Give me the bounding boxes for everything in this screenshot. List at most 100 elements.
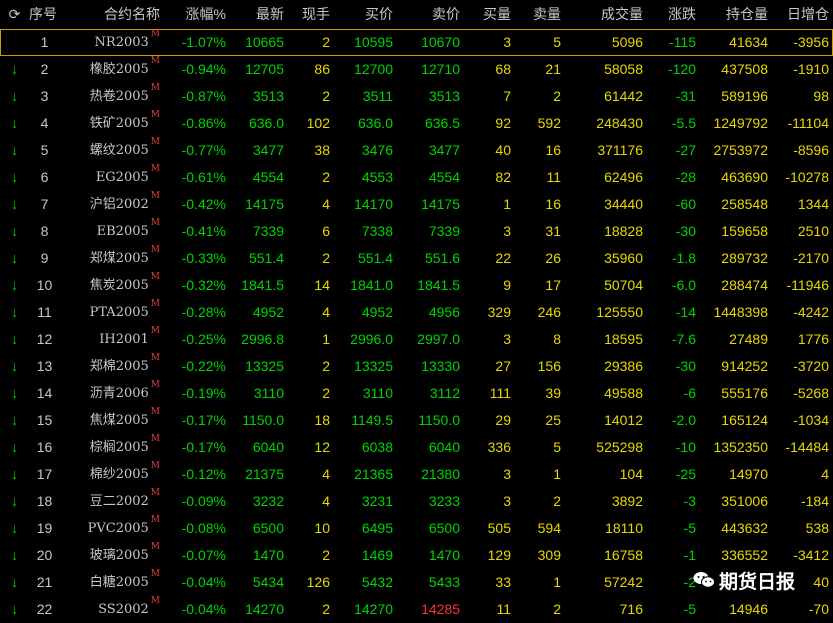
row-volume: 5096 <box>611 34 643 50</box>
row-ask-price: 3513 <box>428 88 460 104</box>
table-row[interactable]: ↓ 9 郑煤2005M -0.33% 551.4 2 551.4 551.6 22 26 35960… <box>0 245 833 272</box>
row-open-interest: 1448398 <box>713 304 768 320</box>
quote-table-header: ⟳ 序号 合约名称 涨幅% 最新 现手 买价 卖价 买量 卖量 成交量 涨跌 持… <box>0 0 833 29</box>
col-header-askv[interactable]: 卖量 <box>515 0 565 29</box>
table-row[interactable]: ↓ 8 EB2005M -0.41% 7339 6 7338 7339 3 31 18828 -30 1… <box>0 218 833 245</box>
table-row[interactable]: ↓ 12 IH2001M -0.25% 2996.8 1 2996.0 2997.0 3 8 185… <box>0 326 833 353</box>
row-pct-change: -0.17% <box>181 439 226 455</box>
row-ask-volume: 5 <box>553 439 561 455</box>
col-header-bidv[interactable]: 买量 <box>464 0 515 29</box>
contract-name-text: EG2005 <box>95 170 149 185</box>
row-current-hand: 86 <box>314 61 330 77</box>
row-ask-price: 1150.0 <box>418 412 460 428</box>
table-row[interactable]: ↓ 5 螺纹2005M -0.77% 3477 38 3476 3477 40 16 371176 -… <box>0 137 833 164</box>
row-contract-name: 豆二2002M <box>60 488 164 515</box>
row-last-price: 2996.8 <box>241 331 284 347</box>
row-change: -3 <box>683 493 696 509</box>
row-current-hand: 2 <box>322 601 330 617</box>
row-seq: 10 <box>36 277 53 293</box>
row-contract-name: 郑煤2005M <box>60 245 164 272</box>
table-row[interactable]: ↓ 4 铁矿2005M -0.86% 636.0 102 636.0 636.5 92 592 24… <box>0 110 833 137</box>
table-row[interactable]: ↓ 2 橡胶2005M -0.94% 12705 86 12700 12710 68 21 5805… <box>0 56 833 83</box>
down-arrow-icon: ↓ <box>10 277 19 294</box>
col-header-change[interactable]: 涨跌 <box>647 0 700 29</box>
row-last-price: 13325 <box>245 358 284 374</box>
row-pct-change: -0.08% <box>181 520 226 536</box>
row-open-interest: 159658 <box>721 223 768 239</box>
table-row[interactable]: ↓ 14 沥青2006M -0.19% 3110 2 3110 3112 111 39 49588 -… <box>0 380 833 407</box>
col-header-bid[interactable]: 买价 <box>334 0 397 29</box>
row-ask-volume: 16 <box>545 196 561 212</box>
row-open-interest: 336552 <box>721 547 768 563</box>
table-row[interactable]: 1 NR2003M -1.07% 10665 2 10595 10670 3 5 5096 -115… <box>0 29 833 56</box>
row-last-price: 551.4 <box>248 250 284 266</box>
main-contract-flag: M <box>150 137 160 147</box>
row-volume: 50704 <box>604 277 643 293</box>
row-daily-oi-change: -3412 <box>793 547 829 563</box>
row-bid-price: 4553 <box>361 169 393 185</box>
row-pct-change: -0.41% <box>181 223 226 239</box>
col-header-seq[interactable]: 序号 <box>29 0 60 29</box>
row-ask-volume: 8 <box>553 331 561 347</box>
col-header-hand[interactable]: 现手 <box>288 0 334 29</box>
row-current-hand: 126 <box>306 574 330 590</box>
table-row[interactable]: ↓ 15 焦煤2005M -0.17% 1150.0 18 1149.5 1150.0 29 25… <box>0 407 833 434</box>
row-contract-name: 螺纹2005M <box>60 137 164 164</box>
down-arrow-icon: ↓ <box>10 493 19 510</box>
row-change: -31 <box>675 88 696 104</box>
refresh-icon[interactable]: ⟳ <box>0 0 29 29</box>
row-open-interest: 351006 <box>721 493 768 509</box>
table-row[interactable]: ↓ 18 豆二2002M -0.09% 3232 4 3231 3233 3 2 3892 -3 351… <box>0 488 833 515</box>
row-contract-name: SS2002M <box>60 596 164 623</box>
row-bid-price: 636.0 <box>357 115 393 131</box>
row-volume: 57242 <box>604 574 643 590</box>
down-arrow-icon: ↓ <box>10 412 19 429</box>
row-daily-oi-change: -5268 <box>793 385 829 401</box>
row-current-hand: 4 <box>322 493 330 509</box>
table-row[interactable]: ↓ 20 玻璃2005M -0.07% 1470 2 1469 1470 129 309 16758… <box>0 542 833 569</box>
row-seq: 14 <box>36 385 53 401</box>
col-header-daily-oi-change[interactable]: 日增仓 <box>772 0 833 29</box>
table-row[interactable]: ↓ 22 SS2002M -0.04% 14270 2 14270 14285 11 2 716 -5… <box>0 596 833 623</box>
table-row[interactable]: ↓ 7 沪铝2002M -0.42% 14175 4 14170 14175 1 16 34440 -… <box>0 191 833 218</box>
table-row[interactable]: ↓ 19 PVC2005M -0.08% 6500 10 6495 6500 505 594 181… <box>0 515 833 542</box>
contract-name-text: 焦炭2005 <box>89 278 149 293</box>
row-seq: 4 <box>40 115 49 131</box>
table-row[interactable]: ↓ 11 PTA2005M -0.28% 4952 4 4952 4956 329 246 1255… <box>0 299 833 326</box>
row-seq: 8 <box>40 223 49 239</box>
table-row[interactable]: ↓ 17 棉纱2005M -0.12% 21375 4 21365 21380 3 1 104 -25… <box>0 461 833 488</box>
row-open-interest: 589196 <box>721 88 768 104</box>
row-open-interest: 165124 <box>721 412 768 428</box>
col-header-ask[interactable]: 卖价 <box>397 0 464 29</box>
col-header-last[interactable]: 最新 <box>230 0 288 29</box>
row-volume: 61442 <box>604 88 643 104</box>
main-contract-flag: M <box>150 596 160 606</box>
contract-name-text: 铁矿2005 <box>89 116 149 131</box>
col-header-contract[interactable]: 合约名称 <box>60 0 164 29</box>
row-daily-oi-change: 2510 <box>797 223 829 239</box>
row-bid-volume: 82 <box>495 169 511 185</box>
table-row[interactable]: ↓ 13 郑棉2005M -0.22% 13325 2 13325 13330 27 156 293… <box>0 353 833 380</box>
row-open-interest: 443632 <box>721 520 768 536</box>
table-row[interactable]: ↓ 16 棕榈2005M -0.17% 6040 12 6038 6040 336 5 525298… <box>0 434 833 461</box>
row-seq: 21 <box>36 574 53 590</box>
col-header-volume[interactable]: 成交量 <box>565 0 647 29</box>
row-daily-oi-change: -14484 <box>785 439 829 455</box>
row-bid-price: 13325 <box>354 358 393 374</box>
col-header-open-interest[interactable]: 持仓量 <box>700 0 772 29</box>
row-last-price: 10665 <box>245 34 284 50</box>
row-daily-oi-change: 98 <box>813 88 829 104</box>
table-row[interactable]: ↓ 6 EG2005M -0.61% 4554 2 4553 4554 82 11 62496 -28… <box>0 164 833 191</box>
row-volume: 29386 <box>604 358 643 374</box>
table-row[interactable]: ↓ 10 焦炭2005M -0.32% 1841.5 14 1841.0 1841.5 9 17 5… <box>0 272 833 299</box>
main-contract-flag: M <box>150 218 160 228</box>
row-seq: 1 <box>40 34 49 50</box>
table-row[interactable]: ↓ 3 热卷2005M -0.87% 3513 2 3511 3513 7 2 61442 -31 58… <box>0 83 833 110</box>
row-volume: 18595 <box>604 331 643 347</box>
watermark-text: 期货日报 <box>719 571 796 593</box>
row-change: -115 <box>669 34 696 50</box>
down-arrow-icon: ↓ <box>10 223 19 240</box>
col-header-pct[interactable]: 涨幅% <box>164 0 230 29</box>
row-ask-price: 10670 <box>421 34 460 50</box>
row-ask-price: 3112 <box>429 385 460 401</box>
